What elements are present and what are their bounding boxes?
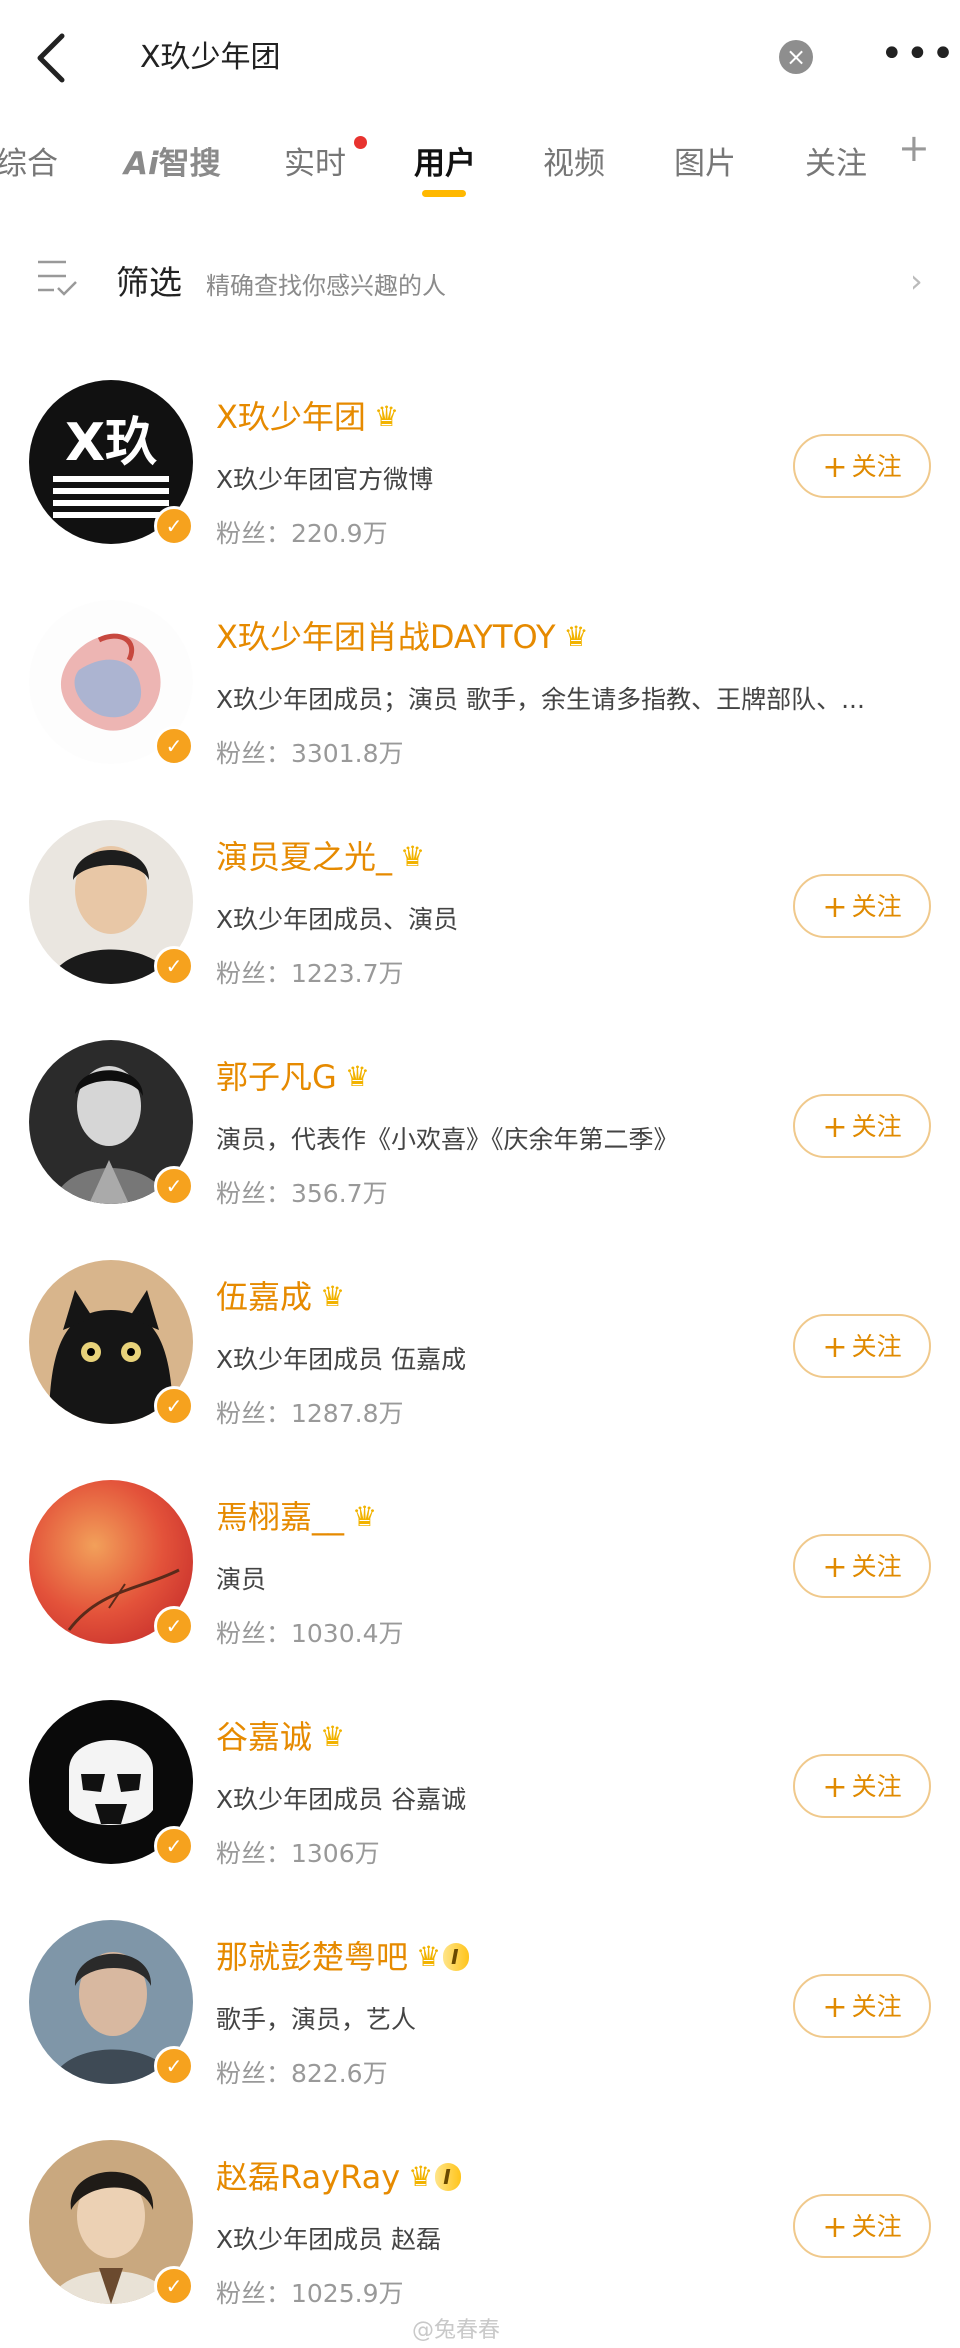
search-tabs: 综合 Ai智搜 实时 用户 视频 图片 关注 + <box>0 120 960 204</box>
verified-badge-icon: ✓ <box>154 1166 194 1206</box>
crown-icon: ♛ <box>344 1060 370 1093</box>
follower-count: 粉丝：1223.7万 <box>216 959 404 988</box>
follow-button[interactable]: + 关注 <box>793 1754 931 1818</box>
verified-badge-icon: ✓ <box>154 1826 194 1866</box>
user-name[interactable]: X玖少年团肖战DAYTOY <box>216 618 556 656</box>
filter-hint: 精确查找你感兴趣的人 <box>206 272 446 300</box>
user-name[interactable]: 那就彭楚粤吧 <box>216 1938 408 1976</box>
user-name[interactable]: 焉栩嘉__ <box>216 1498 344 1536</box>
user-row[interactable]: X玖 ✓ X玖少年团 ♛ X玖少年团官方微博 粉丝：220.9万 + 关注 <box>0 356 960 576</box>
ai-label: Ai <box>124 146 159 182</box>
svg-text:X玖: X玖 <box>65 413 157 473</box>
user-row[interactable]: ✓ 谷嘉诚 ♛ X玖少年团成员 谷嘉诚 粉丝：1306万 + 关注 <box>0 1676 960 1896</box>
user-row[interactable]: ✓ 焉栩嘉__ ♛ 演员 粉丝：1030.4万 + 关注 <box>0 1456 960 1676</box>
crown-icon: ♛ <box>416 1940 442 1973</box>
plus-icon: + <box>822 1330 848 1365</box>
user-name[interactable]: 郭子凡G <box>216 1058 337 1096</box>
search-header: X玖少年团 × ••• <box>0 0 960 116</box>
verified-badge-icon: ✓ <box>154 2046 194 2086</box>
follower-count: 粉丝：1030.4万 <box>216 1619 404 1648</box>
vip-level-badge: I <box>443 1943 469 1971</box>
crown-icon: ♛ <box>352 1500 378 1533</box>
user-name[interactable]: 赵磊RayRay <box>216 2158 400 2196</box>
user-row[interactable]: ✓ 伍嘉成 ♛ X玖少年团成员 伍嘉成 粉丝：1287.8万 + 关注 <box>0 1236 960 1456</box>
crown-icon: ♛ <box>563 620 589 653</box>
follow-button[interactable]: + 关注 <box>793 1534 931 1598</box>
more-options-icon[interactable]: ••• <box>880 24 955 84</box>
user-row[interactable]: ✓ X玖少年团肖战DAYTOY ♛ X玖少年团成员；演员 歌手，余生请多指教、王牌… <box>0 576 960 796</box>
follower-count: 粉丝：356.7万 <box>216 1179 388 1208</box>
tab-ai-search[interactable]: Ai智搜 <box>124 138 221 183</box>
user-description: 演员 <box>216 1565 267 1594</box>
verified-badge-icon: ✓ <box>154 946 194 986</box>
user-row[interactable]: ✓ 郭子凡G ♛ 演员，代表作《小欢喜》《庆余年第二季》 粉丝：356.7万 + 关… <box>0 1016 960 1236</box>
back-arrow-icon[interactable] <box>28 28 76 88</box>
follower-count: 粉丝：1025.9万 <box>216 2279 404 2308</box>
user-description: X玖少年团成员 伍嘉成 <box>216 1345 467 1374</box>
chevron-right-icon: › <box>910 262 923 300</box>
follow-button[interactable]: + 关注 <box>793 2194 931 2258</box>
follow-button[interactable]: + 关注 <box>793 1314 931 1378</box>
follower-count: 粉丝：3301.8万 <box>216 739 404 768</box>
user-description: X玖少年团官方微博 <box>216 465 434 494</box>
follower-count: 粉丝：822.6万 <box>216 2059 388 2088</box>
tab-realtime[interactable]: 实时 <box>284 138 346 183</box>
verified-badge-icon: ✓ <box>154 726 194 766</box>
verified-badge-icon: ✓ <box>154 1386 194 1426</box>
user-result-list: X玖 ✓ X玖少年团♛ X玖少年团官方微博 粉丝：220.9万 +关注 ✓ <box>0 356 960 2336</box>
user-row[interactable]: ✓ 赵磊RayRay ♛ I X玖少年团成员 赵磊 粉丝：1025.9万 + 关注 <box>0 2116 960 2336</box>
verified-badge-icon: ✓ <box>154 2266 194 2306</box>
follower-count: 粉丝：1306万 <box>216 1839 380 1868</box>
verified-badge-icon: ✓ <box>154 1606 194 1646</box>
crown-icon: ♛ <box>373 400 400 433</box>
filter-icon <box>38 260 77 296</box>
follow-button[interactable]: + 关注 <box>793 1974 931 2038</box>
verified-badge-icon: ✓ <box>154 506 194 546</box>
user-name[interactable]: 谷嘉诚 <box>216 1718 312 1756</box>
user-description: X玖少年团成员、演员 <box>216 905 459 934</box>
crown-icon: ♛ <box>320 1720 346 1753</box>
notification-dot <box>354 136 367 149</box>
plus-icon: + <box>822 1550 848 1585</box>
active-tab-indicator <box>422 190 466 197</box>
tab-comprehensive[interactable]: 综合 <box>0 138 58 183</box>
user-row[interactable]: ✓ 那就彭楚粤吧 ♛ I 歌手，演员，艺人 粉丝：822.6万 + 关注 <box>0 1896 960 2116</box>
follower-count: 粉丝：1287.8万 <box>216 1399 404 1428</box>
user-description: X玖少年团成员；演员 歌手，余生请多指教、王牌部队、... <box>216 685 865 714</box>
plus-icon: + <box>822 1110 848 1145</box>
crown-icon: ♛ <box>408 2160 434 2193</box>
follow-button[interactable]: + 关注 <box>793 1094 931 1158</box>
watermark: @兔春春 <box>412 2318 501 2343</box>
user-name[interactable]: X玖少年团 <box>216 398 366 436</box>
vip-level-badge: I <box>435 2163 461 2191</box>
user-description: 演员，代表作《小欢喜》《庆余年第二季》 <box>216 1125 679 1154</box>
search-query[interactable]: X玖少年团 <box>140 34 281 82</box>
follow-button[interactable]: + 关注 <box>793 434 931 498</box>
plus-icon: + <box>822 1770 848 1805</box>
crown-icon: ♛ <box>400 840 426 873</box>
follow-button[interactable]: + 关注 <box>793 874 931 938</box>
plus-icon: + <box>822 1990 848 2025</box>
clear-search-icon[interactable]: × <box>779 40 813 74</box>
add-tab-icon[interactable]: + <box>898 126 930 170</box>
plus-icon: + <box>822 890 848 925</box>
plus-icon: + <box>822 450 848 485</box>
follower-count: 粉丝：220.9万 <box>216 519 388 548</box>
user-description: X玖少年团成员 赵磊 <box>216 2225 442 2254</box>
user-row[interactable]: ✓ 演员夏之光_ ♛ X玖少年团成员、演员 粉丝：1223.7万 + 关注 <box>0 796 960 1016</box>
filter-bar[interactable]: 筛选 精确查找你感兴趣的人 › <box>0 248 960 318</box>
tab-following[interactable]: 关注 <box>805 138 867 183</box>
filter-title: 筛选 <box>116 263 182 302</box>
tab-users[interactable]: 用户 <box>414 138 476 183</box>
user-description: 歌手，演员，艺人 <box>216 2005 417 2034</box>
user-description: X玖少年团成员 谷嘉诚 <box>216 1785 467 1814</box>
plus-icon: + <box>822 2210 848 2245</box>
user-name[interactable]: 伍嘉成 <box>216 1278 312 1316</box>
crown-icon: ♛ <box>320 1280 346 1313</box>
tab-images[interactable]: 图片 <box>674 138 736 183</box>
tab-videos[interactable]: 视频 <box>543 138 605 183</box>
user-name[interactable]: 演员夏之光_ <box>216 838 392 876</box>
smart-search-label: 智搜 <box>158 146 221 182</box>
